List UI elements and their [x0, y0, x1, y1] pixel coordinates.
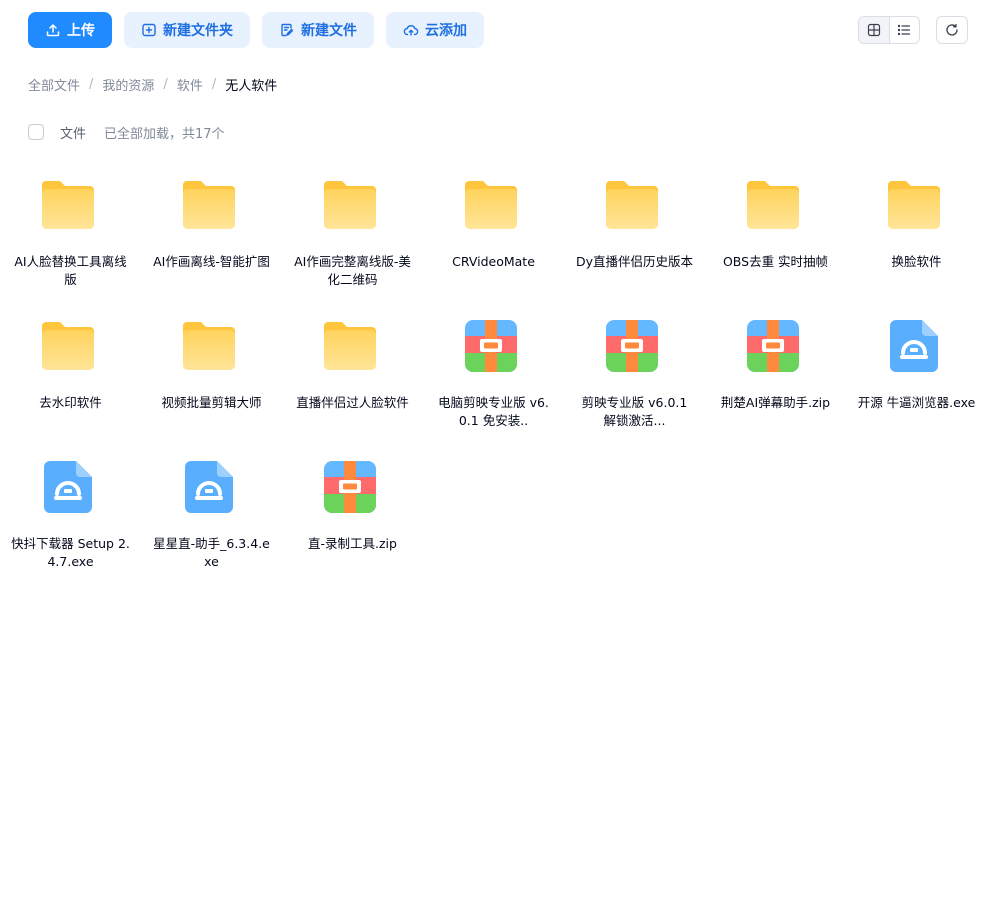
- file-item[interactable]: 电脑剪映专业版 v6.0.1 免安装..: [423, 308, 564, 449]
- folder-icon: [322, 177, 378, 233]
- exe-icon: [886, 318, 942, 374]
- exe-icon: [40, 459, 96, 515]
- folder-icon: [745, 177, 801, 233]
- refresh-button[interactable]: [936, 16, 968, 44]
- file-item[interactable]: AI作画离线-智能扩图: [141, 167, 282, 308]
- folder-icon: [886, 177, 942, 233]
- file-item[interactable]: 星星直-助手_6.3.4.exe: [141, 449, 282, 590]
- folder-icon: [181, 318, 237, 374]
- breadcrumb: 全部文件 / 我的资源 / 软件 / 无人软件: [28, 74, 277, 94]
- file-name: AI人脸替换工具离线版: [14, 254, 127, 287]
- new-file-button[interactable]: 新建文件: [262, 12, 374, 48]
- file-name: Dy直播伴侣历史版本: [575, 254, 694, 269]
- breadcrumb-item-my-resources[interactable]: 我的资源: [102, 75, 154, 94]
- archive-icon: [604, 318, 660, 374]
- upload-button[interactable]: 上传: [28, 12, 112, 48]
- file-name: AI作画离线-智能扩图: [153, 254, 270, 269]
- file-item[interactable]: AI作画完整离线版-美化二维码: [282, 167, 423, 308]
- archive-icon: [463, 318, 519, 374]
- new-file-label: 新建文件: [301, 22, 357, 38]
- archive-icon: [322, 459, 378, 515]
- exe-icon: [181, 459, 237, 515]
- grid-view-button[interactable]: [859, 17, 889, 43]
- file-item[interactable]: 剪映专业版 v6.0.1 解锁激活...: [564, 308, 705, 449]
- breadcrumb-item-all-files[interactable]: 全部文件: [28, 75, 80, 94]
- file-item[interactable]: 荆楚AI弹幕助手.zip: [705, 308, 846, 449]
- file-name: 星星直-助手_6.3.4.exe: [153, 536, 270, 569]
- file-item[interactable]: 去水印软件: [0, 308, 141, 449]
- add-folder-icon: [142, 23, 156, 37]
- upload-label: 上传: [67, 22, 95, 38]
- new-folder-button[interactable]: 新建文件夹: [124, 12, 250, 48]
- file-name: 剪映专业版 v6.0.1 解锁激活...: [581, 395, 688, 428]
- file-name: 电脑剪映专业版 v6.0.1 免安装..: [438, 395, 549, 428]
- folder-icon: [463, 177, 519, 233]
- folder-icon: [40, 177, 96, 233]
- grid-icon: [867, 23, 881, 37]
- cloud-add-label: 云添加: [425, 22, 467, 38]
- cloud-upload-icon: [403, 25, 419, 36]
- file-item[interactable]: Dy直播伴侣历史版本: [564, 167, 705, 308]
- file-item[interactable]: CRVideoMate: [423, 167, 564, 308]
- list-view-button[interactable]: [888, 17, 919, 43]
- view-toggle: [858, 16, 920, 44]
- select-all-checkbox[interactable]: [28, 124, 44, 140]
- archive-icon: [745, 318, 801, 374]
- breadcrumb-item-software[interactable]: 软件: [177, 75, 203, 94]
- folder-icon: [604, 177, 660, 233]
- list-icon: [898, 24, 911, 36]
- breadcrumb-separator: /: [163, 76, 168, 92]
- file-name: 换脸软件: [891, 254, 942, 269]
- selection-bar: 文件 已全部加载，共17个: [28, 123, 225, 142]
- toolbar: 上传 新建文件夹 新建文件 云添加: [28, 12, 484, 48]
- breadcrumb-item-current: 无人软件: [225, 78, 278, 94]
- folder-icon: [40, 318, 96, 374]
- file-name: 直播伴侣过人脸软件: [296, 395, 409, 410]
- refresh-icon: [946, 23, 958, 36]
- breadcrumb-separator: /: [89, 76, 94, 92]
- breadcrumb-separator: /: [211, 76, 217, 92]
- file-item[interactable]: 换脸软件: [846, 167, 987, 308]
- file-name: CRVideoMate: [452, 254, 535, 269]
- upload-icon: [46, 24, 60, 37]
- file-item[interactable]: AI人脸替换工具离线版: [0, 167, 141, 308]
- file-name: OBS去重 实时抽帧: [722, 254, 829, 269]
- file-item[interactable]: 快抖下载器 Setup 2.4.7.exe: [0, 449, 141, 590]
- file-item[interactable]: OBS去重 实时抽帧: [705, 167, 846, 308]
- folder-icon: [181, 177, 237, 233]
- file-name: 去水印软件: [39, 395, 102, 410]
- file-name: 开源 牛逼浏览器.exe: [857, 395, 976, 410]
- file-item[interactable]: 开源 牛逼浏览器.exe: [846, 308, 987, 449]
- file-item[interactable]: 视频批量剪辑大师: [141, 308, 282, 449]
- file-grid: AI人脸替换工具离线版 AI作画离线-智能扩图 AI作画完整离线版-美化二维码 CRV…: [0, 167, 987, 590]
- file-item[interactable]: 直-录制工具.zip: [282, 449, 423, 590]
- new-folder-label: 新建文件夹: [163, 22, 233, 38]
- file-name: AI作画完整离线版-美化二维码: [294, 254, 411, 287]
- file-item[interactable]: 直播伴侣过人脸软件: [282, 308, 423, 449]
- folder-icon: [322, 318, 378, 374]
- edit-file-icon: [281, 23, 294, 37]
- file-name: 直-录制工具.zip: [308, 536, 397, 551]
- file-name: 视频批量剪辑大师: [161, 395, 262, 410]
- file-name: 荆楚AI弹幕助手.zip: [720, 395, 831, 410]
- cloud-add-button[interactable]: 云添加: [386, 12, 484, 48]
- file-column-label: 文件: [60, 126, 87, 142]
- file-name: 快抖下载器 Setup 2.4.7.exe: [11, 536, 130, 569]
- load-status: 已全部加载，共17个: [104, 126, 225, 142]
